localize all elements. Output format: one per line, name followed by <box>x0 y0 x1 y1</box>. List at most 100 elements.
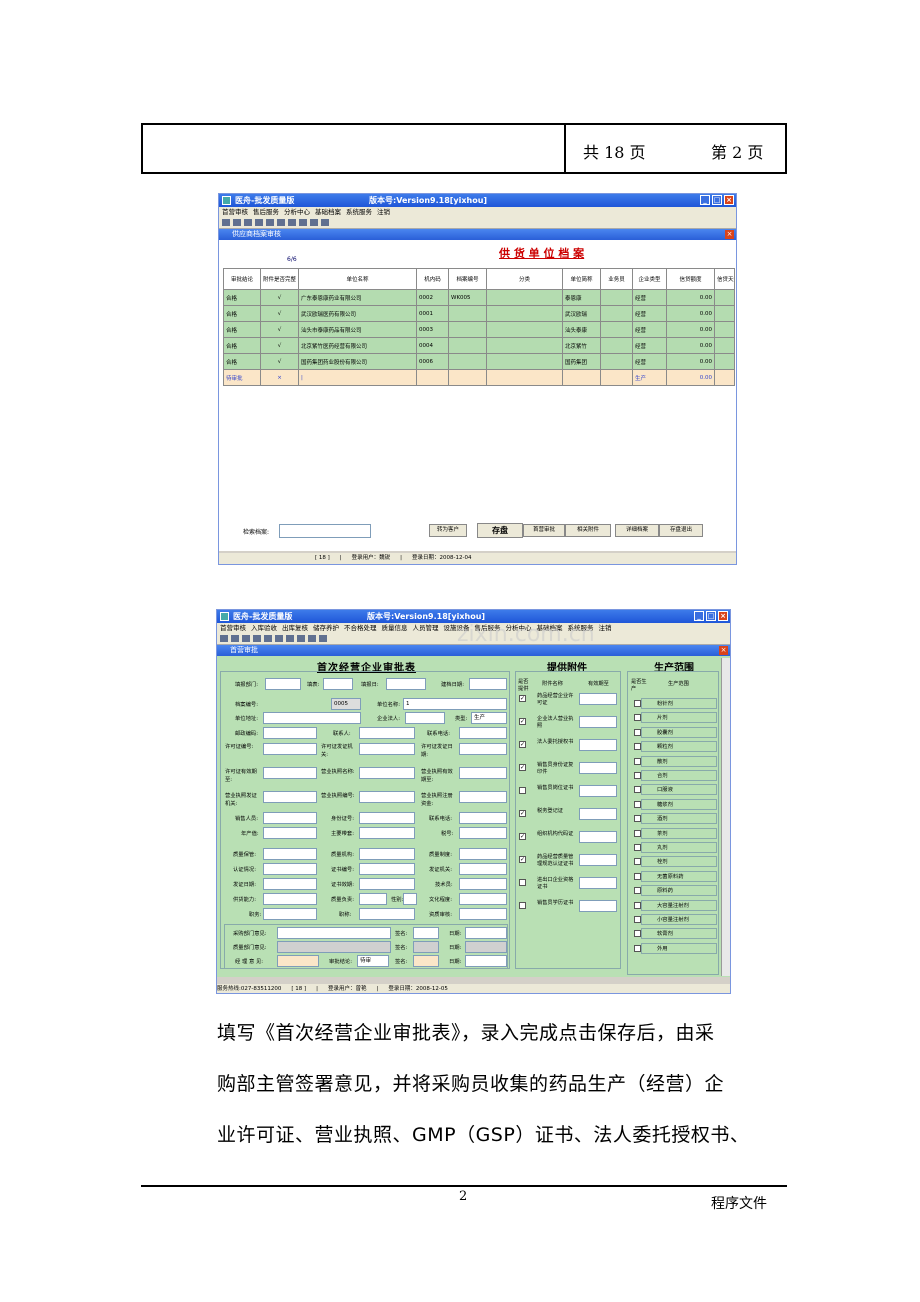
maximize-icon[interactable]: □ <box>712 195 722 205</box>
menu-item[interactable]: 出库复核 <box>282 624 308 632</box>
table-row[interactable]: 合格 √ 国药集团药业股份有限公司 0006 国药集团 经营 0.00 <box>223 353 735 370</box>
print-icon[interactable] <box>277 218 285 226</box>
permit-valid-input[interactable] <box>263 767 317 779</box>
convert-customer-button[interactable]: 转为客户 <box>429 524 467 537</box>
tool-icon[interactable] <box>321 218 329 226</box>
cert-valid-input[interactable] <box>359 878 415 890</box>
menu-item[interactable]: 不合格处理 <box>344 624 377 632</box>
dept-select[interactable] <box>265 678 301 690</box>
create-date-input[interactable] <box>469 678 507 690</box>
table-row[interactable]: 合格 √ 北京紫竹医药经营有限公司 0004 北京紫竹 经营 0.00 <box>223 337 735 354</box>
gender-input[interactable] <box>403 893 417 905</box>
table-row[interactable]: 合格 √ 广东泰恩康药业有限公司 0002 WK005 泰恩康 经营 0.00 <box>223 289 735 306</box>
scope-checkbox[interactable] <box>634 700 641 707</box>
scope-checkbox[interactable] <box>634 887 641 895</box>
subwindow-close-icon[interactable]: × <box>719 646 728 655</box>
attachment-expiry-input[interactable] <box>579 693 617 705</box>
scope-checkbox[interactable] <box>634 815 641 823</box>
menu-item[interactable]: 首营审核 <box>220 624 246 632</box>
cert-org-input[interactable] <box>459 863 507 875</box>
menu-item[interactable]: 注销 <box>599 624 612 632</box>
column-header[interactable]: 机内码 <box>416 268 449 290</box>
attachment-checkbox[interactable] <box>519 902 526 909</box>
scope-checkbox[interactable] <box>634 743 641 751</box>
prev-icon[interactable] <box>288 218 296 226</box>
attachment-checkbox[interactable]: ✓ <box>519 695 526 702</box>
scope-checkbox[interactable] <box>634 786 641 794</box>
attachment-expiry-input[interactable] <box>579 831 617 843</box>
tool-icon[interactable] <box>231 634 239 642</box>
close-icon[interactable]: × <box>718 611 728 621</box>
attachments-button[interactable]: 相关附件 <box>565 524 611 537</box>
menu-item[interactable]: 储存养护 <box>313 624 339 632</box>
column-header[interactable]: 档案编号 <box>448 268 487 290</box>
tool-icon[interactable] <box>222 218 230 226</box>
biz-org-input[interactable] <box>263 791 317 803</box>
attachment-checkbox[interactable]: ✓ <box>519 764 526 771</box>
column-header[interactable]: 单位简称 <box>562 268 601 290</box>
evidence-input[interactable] <box>459 908 507 920</box>
save-icon[interactable] <box>253 634 261 642</box>
sales-input[interactable] <box>263 812 317 824</box>
tool-icon[interactable] <box>308 634 316 642</box>
attachment-checkbox[interactable]: ✓ <box>519 856 526 863</box>
scope-checkbox[interactable] <box>634 944 641 952</box>
permit-date-input[interactable] <box>459 743 507 755</box>
postcode-input[interactable] <box>263 727 317 739</box>
attachment-checkbox[interactable]: ✓ <box>519 833 526 840</box>
minimize-icon[interactable]: _ <box>700 195 710 205</box>
conclusion-input[interactable]: 待审 <box>357 955 389 967</box>
q-system-input[interactable] <box>459 848 507 860</box>
cert-date-input[interactable] <box>263 878 317 890</box>
tool-icon[interactable] <box>220 634 228 642</box>
job-input[interactable] <box>263 908 317 920</box>
attachment-checkbox[interactable] <box>519 787 526 794</box>
search-input[interactable] <box>279 524 371 538</box>
tool-icon[interactable] <box>266 218 274 226</box>
type-input[interactable]: 生产 <box>471 712 507 724</box>
attachment-expiry-input[interactable] <box>579 739 617 751</box>
scope-checkbox[interactable] <box>634 844 641 851</box>
sales-phone-input[interactable] <box>459 812 507 824</box>
detail-archive-button[interactable]: 详细档案 <box>615 524 659 537</box>
sign-input[interactable] <box>413 941 439 953</box>
menu-item[interactable]: 售后服务 <box>253 208 279 216</box>
scope-checkbox[interactable] <box>634 757 641 765</box>
column-header[interactable]: 分类 <box>486 268 563 290</box>
menu-item[interactable]: 系统服务 <box>346 208 372 216</box>
purchase-opinion-input[interactable] <box>277 927 391 939</box>
attachment-expiry-input[interactable] <box>579 785 617 797</box>
column-header[interactable]: 企业类型 <box>632 268 667 290</box>
scope-checkbox[interactable] <box>634 714 641 722</box>
column-header[interactable]: 信贷天数 <box>714 268 735 290</box>
attachment-checkbox[interactable]: ✓ <box>519 741 526 748</box>
date-input[interactable] <box>465 927 507 939</box>
cert-input[interactable] <box>263 863 317 875</box>
column-header[interactable]: 单位名称 <box>298 268 417 290</box>
column-header[interactable]: 信贷额度 <box>666 268 715 290</box>
filler-input[interactable] <box>323 678 353 690</box>
menu-item[interactable]: 质量信息 <box>382 624 408 632</box>
first-approval-button[interactable]: 首营审批 <box>523 524 565 537</box>
scope-checkbox[interactable] <box>634 829 641 837</box>
tech-input[interactable] <box>459 878 507 890</box>
sign-input[interactable] <box>413 927 439 939</box>
subwindow-close-icon[interactable]: × <box>725 230 734 239</box>
scope-checkbox[interactable] <box>634 858 641 866</box>
tool-icon[interactable] <box>233 218 241 226</box>
biz-no-input[interactable] <box>359 791 415 803</box>
table-row[interactable]: 合格 √ 武汉欧瑞医药有限公司 0001 武汉欧瑞 经营 0.00 <box>223 305 735 322</box>
menu-item[interactable]: 基础档案 <box>315 208 341 216</box>
unit-name-input[interactable]: 1 <box>403 698 507 710</box>
tool-icon[interactable] <box>319 634 327 642</box>
save-icon[interactable] <box>255 218 263 226</box>
tax-input[interactable] <box>459 827 507 839</box>
date-input[interactable] <box>465 941 507 953</box>
biz-valid-input[interactable] <box>459 767 507 779</box>
tool-icon[interactable] <box>244 218 252 226</box>
biz-name-input[interactable] <box>359 767 415 779</box>
attachment-expiry-input[interactable] <box>579 808 617 820</box>
cell-input[interactable]: | <box>298 369 417 386</box>
biz-capital-input[interactable] <box>459 791 507 803</box>
maximize-icon[interactable]: □ <box>706 611 716 621</box>
